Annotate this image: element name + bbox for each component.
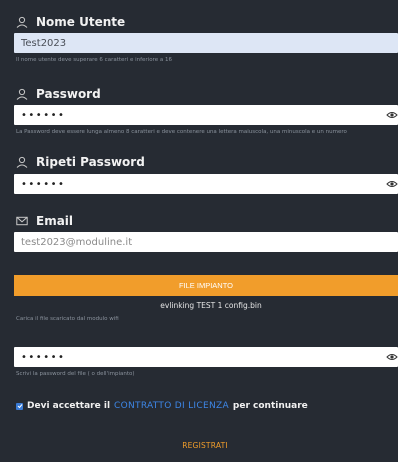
repeat-password-label: Ripeti Password [36,155,145,169]
consent-suffix: per continuare [232,401,308,411]
username-label-row: Nome Utente [16,15,125,29]
user-icon [16,88,28,100]
password-value: •••••• [21,109,66,121]
user-icon [16,16,28,28]
file-password-field[interactable]: •••••• [14,347,398,367]
repeat-password-value: •••••• [21,178,66,190]
eye-icon[interactable] [386,178,398,190]
check-icon [17,404,22,409]
license-consent: Devi accettare il CONTRATTO DI LICENZA p… [16,401,308,411]
email-label-row: Email [16,214,73,228]
username-value: Test2023 [21,37,67,49]
password-label: Password [36,87,101,101]
eye-icon[interactable] [386,109,398,121]
eye-icon[interactable] [386,351,398,363]
username-field[interactable]: Test2023 [14,33,398,53]
file-password-hint: Scrivi la password del file ( o dell'imp… [16,371,135,377]
file-hint: Carica il file scaricato dal modulo wifi [16,316,119,322]
password-hint: La Password deve essere lunga almeno 8 c… [16,129,347,135]
password-label-row: Password [16,87,101,101]
file-upload-button[interactable]: FILE IMPIANTO [14,275,398,296]
file-password-value: •••••• [21,351,66,363]
username-hint: Il nome utente deve superare 6 caratteri… [16,57,172,63]
consent-prefix: Devi accettare il [27,401,111,411]
email-label: Email [36,214,74,228]
email-field[interactable]: test2023@moduline.it [14,232,398,252]
user-icon [16,156,28,168]
repeat-password-field[interactable]: •••••• [14,174,398,194]
consent-checkbox[interactable] [16,402,23,410]
selected-file-name: evlinking TEST 1 config.bin [160,301,262,310]
license-link[interactable]: CONTRATTO DI LICENZA [114,401,229,411]
repeat-password-label-row: Ripeti Password [16,155,145,169]
username-label: Nome Utente [36,15,126,29]
envelope-icon [16,216,28,226]
password-field[interactable]: •••••• [14,105,398,125]
register-button[interactable]: REGISTRATI [0,441,398,450]
email-value: test2023@moduline.it [21,236,133,248]
